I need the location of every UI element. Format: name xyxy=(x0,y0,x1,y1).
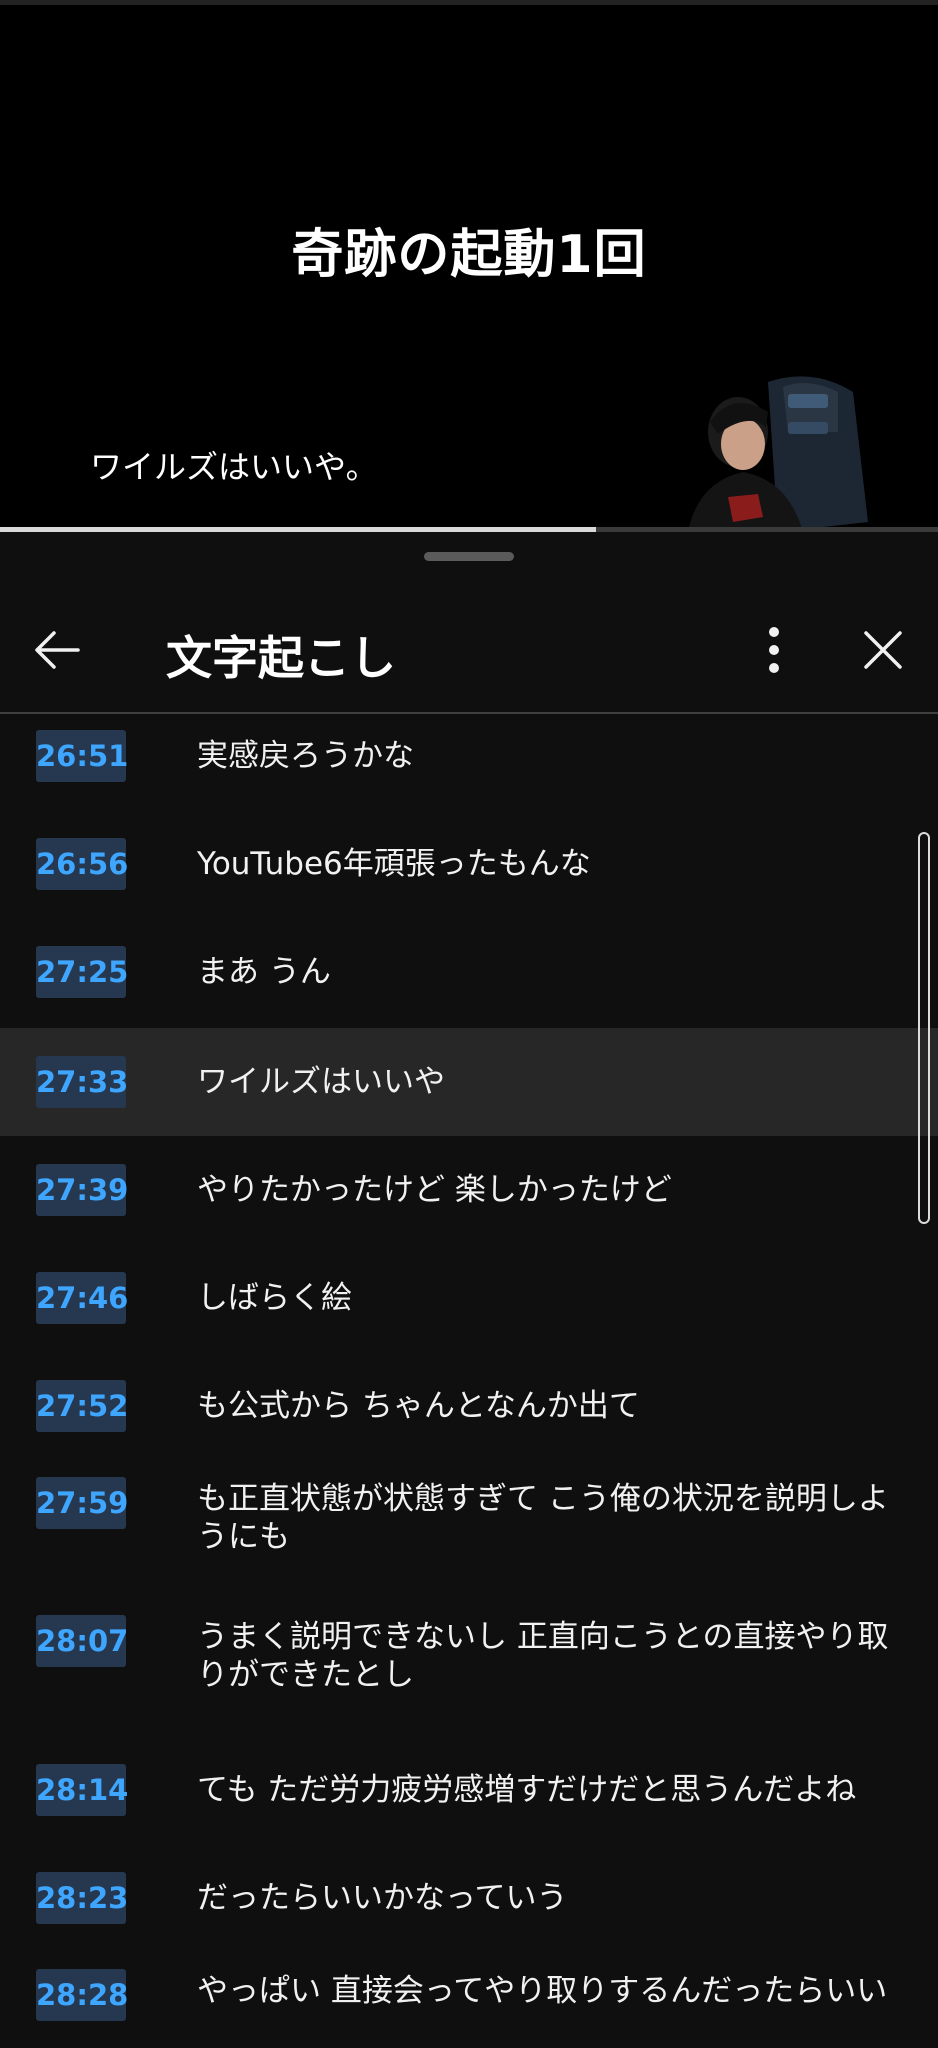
transcript-panel: 文字起こし 26:51 実感戻ろうかな 26:56 YouTube6年頑張ったもんな 2… xyxy=(0,532,938,2048)
streamer-thumbnail xyxy=(688,372,888,532)
back-button[interactable] xyxy=(28,620,88,680)
transcript-text: うまく説明できないし 正直向こうとの直接やり取りができたとし xyxy=(197,1619,889,1693)
timestamp-chip[interactable]: 27:39 xyxy=(36,1164,128,1216)
transcript-row[interactable]: 28:23 だったらいいかなっていう xyxy=(0,1844,938,1952)
transcript-text: も公式から ちゃんとなんか出て xyxy=(197,1388,640,1424)
transcript-text: も正直状態が状態すぎて こう俺の状況を説明しようにも xyxy=(197,1481,889,1555)
timestamp-chip[interactable]: 27:46 xyxy=(36,1272,128,1324)
arrow-left-icon xyxy=(35,631,80,669)
scrollbar[interactable] xyxy=(918,832,930,1224)
more-options-button[interactable] xyxy=(752,620,796,680)
transcript-row[interactable]: 27:59 も正直状態が状態すぎて こう俺の状況を説明しようにも xyxy=(0,1460,938,1598)
transcript-row[interactable]: 28:14 ても ただ労力疲労感増すだけだと思うんだよね xyxy=(0,1736,938,1844)
transcript-row[interactable]: 26:56 YouTube6年頑張ったもんな xyxy=(0,810,938,918)
timestamp-chip[interactable]: 26:51 xyxy=(36,730,128,782)
transcript-row[interactable]: 27:25 まあ うん xyxy=(0,918,938,1026)
transcript-text: 実感戻ろうかな xyxy=(197,738,414,774)
video-overlay-title: 奇跡の起動1回 xyxy=(291,225,647,285)
timestamp-chip[interactable]: 28:14 xyxy=(36,1764,128,1816)
panel-header: 文字起こし xyxy=(0,572,938,714)
drag-handle[interactable] xyxy=(424,552,514,561)
timestamp-chip[interactable]: 26:56 xyxy=(36,838,128,890)
timestamp-chip[interactable]: 28:23 xyxy=(36,1872,128,1924)
timestamp-chip[interactable]: 28:28 xyxy=(36,1969,128,2021)
transcript-row[interactable]: 27:52 も公式から ちゃんとなんか出て xyxy=(0,1352,938,1460)
timestamp-chip[interactable]: 27:59 xyxy=(36,1477,128,1529)
more-vertical-icon xyxy=(769,627,779,673)
close-button[interactable] xyxy=(858,622,908,678)
transcript-text: まあ うん xyxy=(197,954,331,990)
transcript-row[interactable]: 27:33 ワイルズはいいや xyxy=(0,1028,938,1136)
transcript-text: YouTube6年頑張ったもんな xyxy=(197,846,591,882)
timestamp-chip[interactable]: 27:52 xyxy=(36,1380,128,1432)
timestamp-chip[interactable]: 28:07 xyxy=(36,1615,128,1667)
video-player[interactable]: 奇跡の起動1回 ワイルズはいいや。 xyxy=(0,0,938,532)
transcript-row[interactable]: 26:51 実感戻ろうかな xyxy=(0,702,938,810)
timestamp-chip[interactable]: 27:33 xyxy=(36,1056,128,1108)
transcript-text: しばらく絵 xyxy=(197,1280,352,1316)
transcript-row[interactable]: 28:28 やっぱい 直接会ってやり取りするんだったらいい xyxy=(0,1952,938,2048)
transcript-text: やっぱい 直接会ってやり取りするんだったらいい xyxy=(197,1973,888,2009)
panel-title: 文字起こし xyxy=(166,631,396,685)
transcript-text: やりたかったけど 楽しかったけど xyxy=(197,1172,672,1208)
timestamp-chip[interactable]: 27:25 xyxy=(36,946,128,998)
transcript-row[interactable]: 28:07 うまく説明できないし 正直向こうとの直接やり取りができたとし xyxy=(0,1598,938,1736)
transcript-row[interactable]: 27:46 しばらく絵 xyxy=(0,1244,938,1352)
close-icon xyxy=(864,631,902,669)
transcript-row[interactable]: 27:39 やりたかったけど 楽しかったけど xyxy=(0,1136,938,1244)
transcript-text: ワイルズはいいや xyxy=(197,1064,445,1100)
transcript-text: ても ただ労力疲労感増すだけだと思うんだよね xyxy=(197,1772,857,1808)
video-caption: ワイルズはいいや。 xyxy=(90,448,378,486)
transcript-text: だったらいいかなっていう xyxy=(197,1880,568,1916)
status-strip xyxy=(0,0,938,5)
